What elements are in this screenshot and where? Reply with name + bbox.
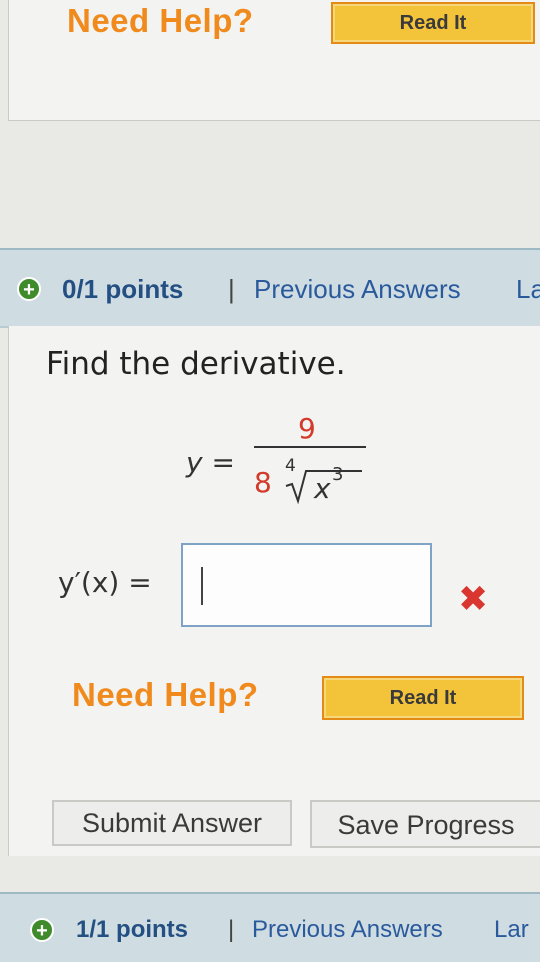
question-header: + 0/1 points | Previous Answers La bbox=[0, 248, 540, 328]
next-points-label: 1/1 points bbox=[76, 916, 189, 943]
text-caret bbox=[201, 567, 203, 605]
equation-numerator: 9 bbox=[298, 412, 316, 445]
radicand-exponent: 3 bbox=[332, 464, 344, 485]
save-progress-button[interactable]: Save Progress bbox=[310, 800, 540, 848]
answer-label: y′(x) = bbox=[58, 566, 152, 599]
next-previous-answers-link[interactable]: Previous Answers bbox=[252, 916, 443, 944]
submit-answer-button[interactable]: Submit Answer bbox=[52, 800, 292, 846]
points-label: 0/1 points bbox=[62, 274, 184, 304]
previous-question-card: Need Help? Read It bbox=[8, 0, 540, 121]
answer-input[interactable] bbox=[181, 543, 432, 627]
equation-coefficient: 8 bbox=[254, 466, 272, 499]
header-cutoff-link[interactable]: La bbox=[516, 274, 540, 305]
plus-icon[interactable]: + bbox=[17, 277, 41, 301]
x-icon: ✖ bbox=[458, 578, 489, 619]
equation-lhs: y = bbox=[186, 446, 235, 479]
plus-icon[interactable]: + bbox=[30, 918, 54, 942]
need-help-label: Need Help? bbox=[72, 676, 259, 713]
previous-answers-link[interactable]: Previous Answers bbox=[254, 274, 461, 305]
read-it-button[interactable]: Read It bbox=[322, 676, 524, 720]
question-prompt: Find the derivative. bbox=[46, 346, 346, 382]
next-header-cutoff-link[interactable]: Lar bbox=[494, 916, 529, 944]
next-question-header: + 1/1 points | Previous Answers Lar bbox=[0, 892, 540, 962]
read-it-button-top[interactable]: Read It bbox=[331, 2, 535, 44]
fraction-bar bbox=[254, 446, 366, 448]
need-help-label-top: Need Help? bbox=[67, 2, 254, 39]
next-header-separator: | bbox=[228, 916, 235, 943]
radicand: x bbox=[314, 472, 331, 505]
header-separator: | bbox=[228, 274, 235, 304]
